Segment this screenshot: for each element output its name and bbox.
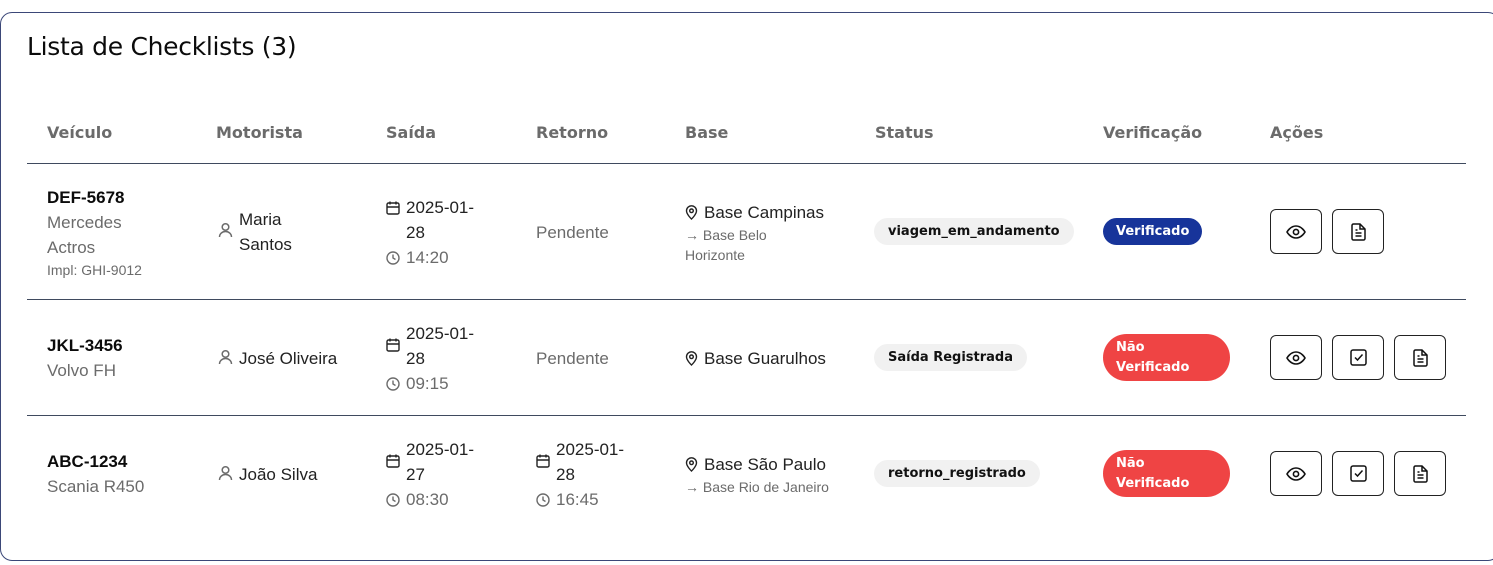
verification-text: Não [1116,455,1145,471]
row-divider [27,299,1466,300]
departure-date: 2025-01- [406,324,475,343]
eye-icon [1286,224,1306,239]
driver-name: José Oliveira [239,349,338,368]
departure-date: 27 [406,465,425,484]
base-destination: → Base Belo [685,227,767,243]
base-origin: Base Campinas [704,203,825,222]
driver-name: Maria [239,210,282,229]
row-divider [27,415,1466,416]
verification-badge: Não Verificado [1103,334,1230,381]
verification-badge: Verificado [1103,218,1203,245]
base-origin: Base Guarulhos [704,349,826,368]
base-origin: Base São Paulo [704,455,826,474]
vehicle-plate: JKL-3456 [47,336,123,355]
column-header-status: Status [875,123,934,142]
view-button[interactable] [1270,335,1322,380]
verification-text: Verificado [1116,359,1190,375]
vehicle-plate: ABC-1234 [47,452,128,471]
verification-text: Não [1116,339,1145,355]
status-badge: Saída Registrada [874,344,1027,371]
implement-plate: Impl: GHI-9012 [47,262,142,278]
map-pin-icon [685,351,698,366]
eye-icon [1286,466,1306,481]
driver-name: João Silva [239,465,318,484]
user-icon [218,465,233,481]
driver-name: Santos [239,235,292,254]
vehicle-plate: DEF-5678 [47,188,125,207]
vehicle-cell: DEF-5678 Mercedes Actros Impl: GHI-9012 [47,185,142,280]
departure-date: 2025-01- [406,440,475,459]
departure-date: 28 [406,349,425,368]
calendar-icon [536,454,550,468]
calendar-icon [386,201,400,215]
return-time: 16:45 [556,490,599,509]
vehicle-cell: ABC-1234 Scania R450 [47,449,144,499]
verify-button[interactable] [1332,335,1384,380]
report-button[interactable] [1394,451,1446,496]
base-destination: Horizonte [685,247,745,263]
base-destination: → Base Rio de Janeiro [685,479,829,495]
departure-cell: 2025-01- 28 14:20 [386,195,474,270]
clock-icon [386,377,400,391]
verification-text: Verificado [1116,475,1190,491]
column-header-saida: Saída [386,123,437,142]
return-pending: Pendente [536,349,609,368]
return-date: 28 [556,465,575,484]
vehicle-model: Mercedes [47,213,122,232]
view-button[interactable] [1270,209,1322,254]
calendar-icon [386,454,400,468]
verify-button[interactable] [1332,451,1384,496]
departure-cell: 2025-01- 28 09:15 [386,321,474,396]
report-button[interactable] [1332,209,1384,254]
vehicle-model: Actros [47,238,96,257]
vehicle-model: Volvo FH [47,361,116,380]
base-cell: Base São Paulo → Base Rio de Janeiro [685,452,829,497]
departure-time: 14:20 [406,248,449,267]
departure-time: 08:30 [406,490,449,509]
departure-time: 09:15 [406,374,449,393]
departure-cell: 2025-01- 27 08:30 [386,437,474,512]
header-divider [27,163,1466,164]
driver-cell: José Oliveira [218,346,337,371]
report-button[interactable] [1394,335,1446,380]
column-header-motorista: Motorista [216,123,303,142]
file-text-icon [1412,464,1428,483]
column-header-base: Base [685,123,729,142]
column-header-veiculo: Veículo [47,123,113,142]
page-title: Lista de Checklists (3) [27,32,297,61]
status-badge: retorno_registrado [874,460,1040,487]
return-date: 2025-01- [556,440,625,459]
calendar-icon [386,338,400,352]
file-text-icon [1412,348,1428,367]
clock-icon [536,493,550,507]
view-button[interactable] [1270,451,1322,496]
check-square-icon [1349,465,1367,482]
departure-date: 2025-01- [406,198,475,217]
vehicle-model: Scania R450 [47,477,145,496]
clock-icon [386,251,400,265]
column-header-verificacao: Verificação [1103,123,1203,142]
map-pin-icon [685,457,698,472]
file-text-icon [1350,222,1366,241]
driver-cell: João Silva [218,462,317,487]
verification-badge: Não Verificado [1103,450,1230,497]
driver-cell: Maria Santos [218,207,292,257]
eye-icon [1286,350,1306,365]
clock-icon [386,493,400,507]
return-cell: 2025-01- 28 16:45 [536,437,624,512]
user-icon [218,222,233,238]
status-badge: viagem_em_andamento [874,218,1074,245]
column-header-retorno: Retorno [536,123,609,142]
base-cell: Base Campinas → Base Belo Horizonte [685,200,824,265]
column-header-acoes: Ações [1270,123,1324,142]
map-pin-icon [685,205,698,220]
return-pending: Pendente [536,223,609,242]
check-square-icon [1349,349,1367,366]
vehicle-cell: JKL-3456 Volvo FH [47,333,123,383]
base-cell: Base Guarulhos [685,346,826,371]
user-icon [218,349,233,365]
departure-date: 28 [406,223,425,242]
